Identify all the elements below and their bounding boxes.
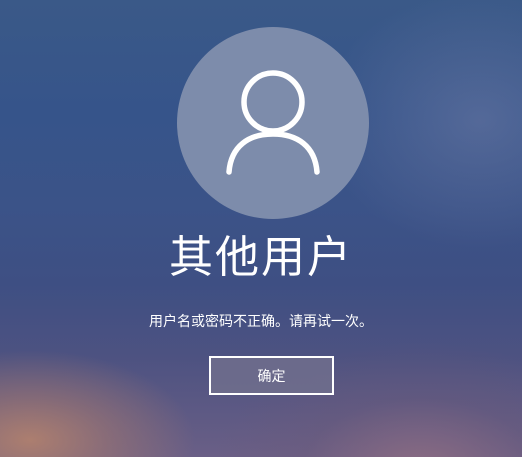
avatar bbox=[177, 27, 369, 219]
user-silhouette-icon bbox=[226, 70, 320, 175]
ok-button[interactable]: 确定 bbox=[209, 356, 334, 395]
username-label: 其他用户 bbox=[169, 232, 353, 283]
error-message: 用户名或密码不正确。请再试一次。 bbox=[149, 314, 373, 330]
